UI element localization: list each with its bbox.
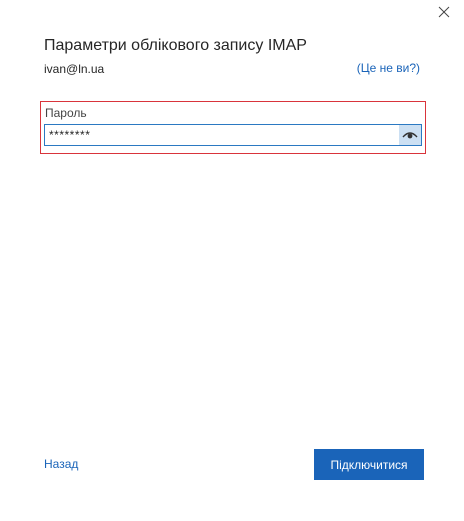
- connect-button[interactable]: Підключитися: [314, 449, 424, 480]
- password-input[interactable]: [45, 125, 399, 145]
- account-email: ivan@ln.ua: [44, 62, 105, 76]
- eye-icon-glyph: [402, 132, 418, 139]
- close-icon[interactable]: [436, 4, 452, 20]
- password-input-wrapper: [44, 124, 422, 146]
- back-link[interactable]: Назад: [44, 457, 78, 471]
- imap-settings-dialog: Параметри облікового запису IMAP ivan@ln…: [0, 0, 464, 521]
- page-title: Параметри облікового запису IMAP: [44, 37, 307, 54]
- password-field-group: Пароль: [40, 101, 426, 154]
- close-icon-glyph: [438, 6, 450, 18]
- eye-icon[interactable]: [399, 125, 421, 145]
- password-label: Пароль: [45, 106, 87, 120]
- not-you-link[interactable]: (Це не ви?): [357, 61, 420, 75]
